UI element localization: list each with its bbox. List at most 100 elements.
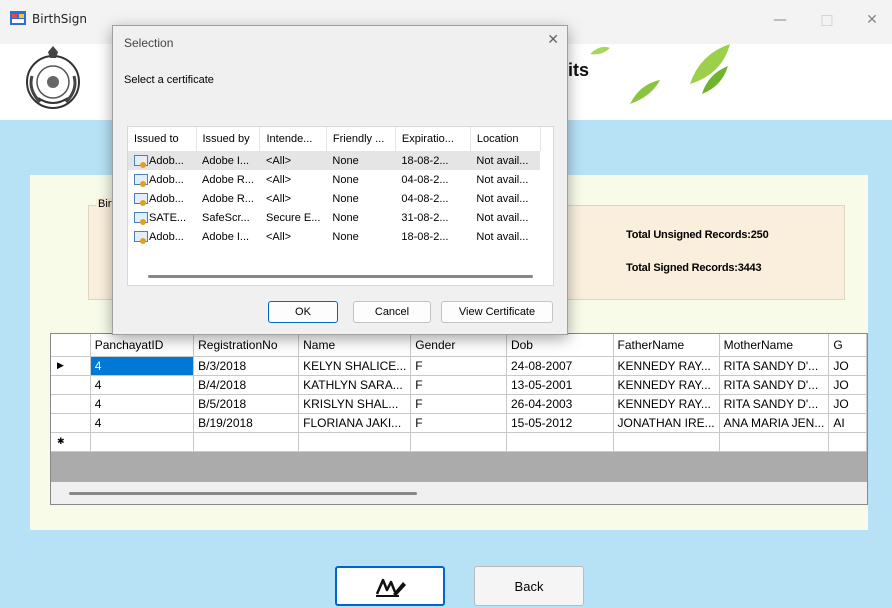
issued-by: Adobe R... xyxy=(202,173,254,186)
table-cell[interactable]: JONATHAN IRE... xyxy=(613,413,720,433)
new-row-marker[interactable]: ✱ xyxy=(51,432,91,452)
column-header[interactable]: Location xyxy=(470,127,541,151)
column-header[interactable]: Issued to xyxy=(128,127,197,151)
friendly-name: None xyxy=(332,230,359,243)
table-row[interactable]: 4 B/4/2018 KATHLYN SARA... F 13-05-2001 … xyxy=(51,375,867,395)
table-cell[interactable]: AI xyxy=(828,413,867,433)
table-cell[interactable] xyxy=(828,432,867,452)
table-cell[interactable]: F xyxy=(410,394,507,414)
table-cell[interactable]: RITA SANDY D'... xyxy=(719,375,830,395)
certificate-icon xyxy=(134,230,148,244)
minimize-button[interactable]: — xyxy=(770,10,790,30)
table-cell[interactable]: B/4/2018 xyxy=(193,375,300,395)
table-cell[interactable] xyxy=(410,432,507,452)
table-cell[interactable]: RITA SANDY D'... xyxy=(719,356,830,376)
table-cell[interactable]: KELYN SHALICE... xyxy=(298,356,412,376)
location: Not avail... xyxy=(476,173,529,186)
column-header[interactable]: MotherName xyxy=(719,334,830,357)
column-header[interactable]: Dob xyxy=(506,334,614,357)
certificate-row[interactable]: Adob... Adobe I... <All> None 18-08-2...… xyxy=(128,227,540,246)
close-button[interactable]: ✕ xyxy=(862,10,882,30)
list-horizontal-scrollbar[interactable] xyxy=(148,275,533,278)
certificate-row[interactable]: Adob... Adobe R... <All> None 04-08-2...… xyxy=(128,170,540,189)
table-cell[interactable]: F xyxy=(410,356,507,376)
table-cell[interactable]: JO xyxy=(828,375,867,395)
dialog-title: Selection xyxy=(124,36,174,50)
certificate-row[interactable]: Adob... Adobe I... <All> None 18-08-2...… xyxy=(128,151,541,170)
table-cell[interactable]: KENNEDY RAY... xyxy=(613,394,720,414)
grid-horizontal-scrollbar[interactable] xyxy=(51,482,867,504)
row-header[interactable] xyxy=(51,413,91,433)
table-row[interactable]: ▶ 4 B/3/2018 KELYN SHALICE... F 24-08-20… xyxy=(51,356,867,376)
view-certificate-button[interactable]: View Certificate xyxy=(441,301,553,323)
table-cell[interactable]: 26-04-2003 xyxy=(506,394,614,414)
back-button[interactable]: Back xyxy=(474,566,584,606)
table-cell[interactable]: B/19/2018 xyxy=(193,413,300,433)
table-cell[interactable]: F xyxy=(410,375,507,395)
column-header[interactable]: Issued by xyxy=(196,127,261,151)
new-row[interactable]: ✱ xyxy=(51,432,867,452)
table-cell[interactable]: FLORIANA JAKI... xyxy=(298,413,412,433)
table-cell[interactable]: 4 xyxy=(90,394,195,414)
table-cell[interactable]: B/3/2018 xyxy=(193,356,300,376)
dialog-prompt: Select a certificate xyxy=(124,74,214,86)
table-cell[interactable]: 13-05-2001 xyxy=(506,375,614,395)
sign-icon xyxy=(375,578,406,597)
expiration-date: 31-08-2... xyxy=(401,211,449,224)
location: Not avail... xyxy=(476,192,529,205)
header-title-fragment: its xyxy=(568,60,590,80)
column-header[interactable]: FatherName xyxy=(613,334,720,357)
table-cell[interactable]: RITA SANDY D'... xyxy=(719,394,830,414)
table-cell[interactable]: 4 xyxy=(90,413,195,433)
table-cell[interactable]: 4 xyxy=(90,375,195,395)
column-header[interactable]: PanchayatID xyxy=(90,334,195,357)
ok-button[interactable]: OK xyxy=(268,301,338,323)
table-cell[interactable]: F xyxy=(410,413,507,433)
intended-purpose: <All> xyxy=(265,230,292,243)
table-cell[interactable] xyxy=(613,432,720,452)
column-header[interactable]: RegistrationNo xyxy=(193,334,300,357)
table-cell[interactable] xyxy=(719,432,830,452)
table-cell[interactable]: KRISLYN SHAL... xyxy=(298,394,412,414)
table-cell[interactable] xyxy=(298,432,412,452)
friendly-name: None xyxy=(332,173,359,186)
table-cell[interactable]: 4 xyxy=(90,356,195,376)
table-cell[interactable]: 24-08-2007 xyxy=(506,356,614,376)
table-cell[interactable] xyxy=(90,432,195,452)
table-cell[interactable]: ANA MARIA JEN... xyxy=(719,413,830,433)
issued-by: Adobe R... xyxy=(202,192,254,205)
column-header[interactable]: Expiratio... xyxy=(395,127,471,151)
row-header[interactable] xyxy=(51,394,91,414)
table-cell[interactable]: JO xyxy=(828,356,867,376)
row-header[interactable] xyxy=(51,375,91,395)
intended-purpose: Secure E... xyxy=(265,211,321,224)
table-cell[interactable]: JO xyxy=(828,394,867,414)
table-row[interactable]: 4 B/5/2018 KRISLYN SHAL... F 26-04-2003 … xyxy=(51,394,867,414)
column-header[interactable]: Friendly ... xyxy=(326,127,396,151)
table-cell[interactable]: KATHLYN SARA... xyxy=(298,375,412,395)
certificate-list[interactable]: Issued to Issued by Intende... Friendly … xyxy=(127,126,554,286)
certificate-row[interactable]: Adob... Adobe R... <All> None 04-08-2...… xyxy=(128,189,540,208)
table-cell[interactable]: KENNEDY RAY... xyxy=(613,356,720,376)
column-header[interactable]: Gender xyxy=(410,334,507,357)
table-cell[interactable]: 15-05-2012 xyxy=(506,413,614,433)
location: Not avail... xyxy=(476,230,529,243)
sign-button[interactable] xyxy=(335,566,445,606)
column-header[interactable]: G xyxy=(828,334,867,357)
maximize-button[interactable]: □ xyxy=(817,10,837,30)
dialog-close-button[interactable]: ✕ xyxy=(547,32,559,48)
certificate-row[interactable]: SATE... SafeScr... Secure E... None 31-0… xyxy=(128,208,540,227)
table-cell[interactable] xyxy=(193,432,300,452)
table-cell[interactable]: KENNEDY RAY... xyxy=(613,375,720,395)
table-cell[interactable] xyxy=(506,432,614,452)
current-row-marker[interactable]: ▶ xyxy=(51,356,91,376)
scrollbar-thumb[interactable] xyxy=(69,492,417,495)
table-cell[interactable]: B/5/2018 xyxy=(193,394,300,414)
column-header[interactable]: Name xyxy=(298,334,412,357)
table-row[interactable]: 4 B/19/2018 FLORIANA JAKI... F 15-05-201… xyxy=(51,413,867,433)
expiration-date: 04-08-2... xyxy=(401,173,449,186)
cancel-button[interactable]: Cancel xyxy=(353,301,431,323)
records-grid[interactable]: PanchayatID RegistrationNo Name Gender D… xyxy=(50,333,868,505)
issued-to: Adob... xyxy=(149,230,184,243)
column-header[interactable]: Intende... xyxy=(259,127,327,151)
